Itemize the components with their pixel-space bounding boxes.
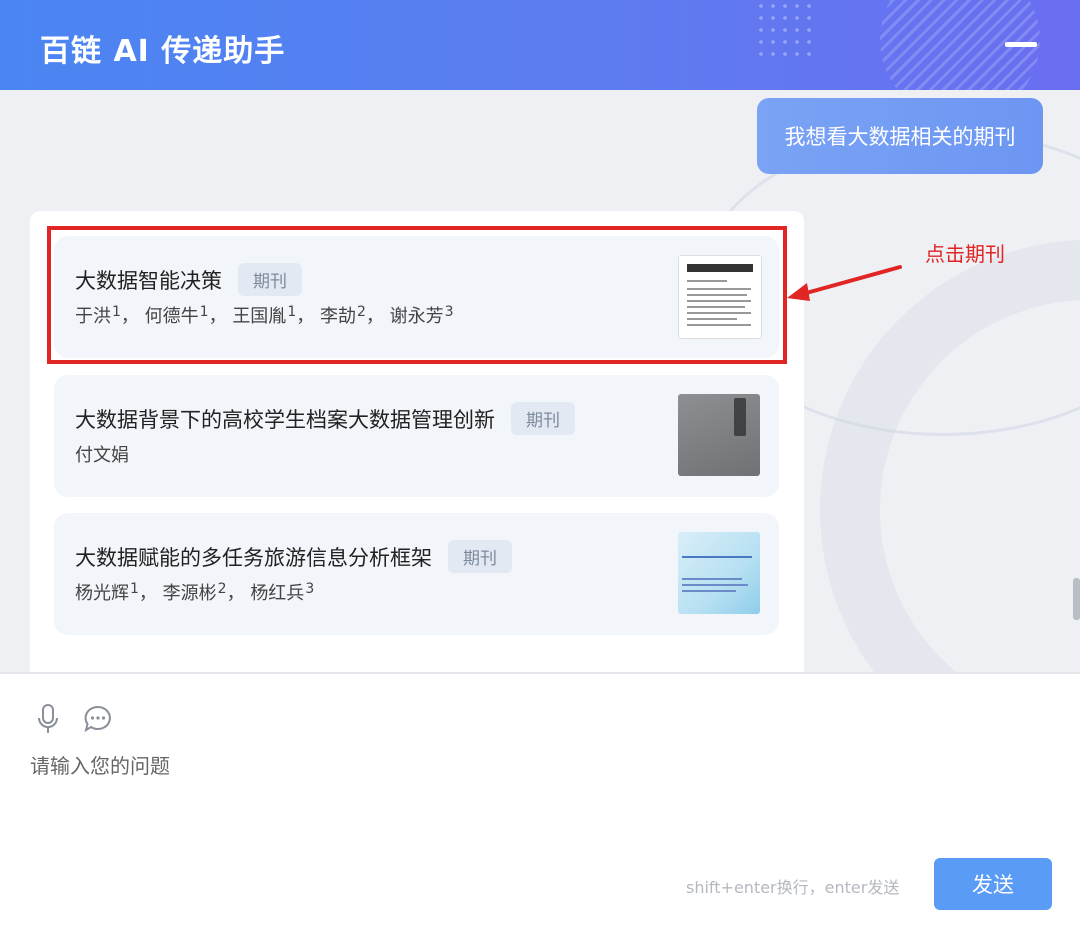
result-title-row: 大数据赋能的多任务旅游信息分析框架 期刊 — [75, 540, 512, 573]
result-card[interactable]: 大数据背景下的高校学生档案大数据管理创新 期刊 付文娟 — [54, 375, 779, 497]
minimize-icon — [1005, 42, 1037, 47]
author-affil: 1 — [130, 581, 139, 597]
author-affil: 3 — [305, 581, 315, 597]
author-name: 李源彬 — [162, 583, 217, 604]
result-card[interactable]: 大数据赋能的多任务旅游信息分析框架 期刊 杨光辉1， 李源彬2， 杨红兵3 — [54, 513, 779, 635]
journal-cover-image[interactable] — [678, 394, 760, 476]
app-title: 百链 AI 传递助手 — [40, 34, 286, 69]
chat-bubble-icon[interactable] — [83, 704, 113, 734]
chat-area[interactable]: 我想看大数据相关的期刊 大数据智能决策 期刊 于洪1， 何德牛1， 王国胤1， … — [0, 90, 1080, 672]
user-message-bubble: 我想看大数据相关的期刊 — [757, 98, 1043, 174]
input-area: shift+enter换行，enter发送 发送 — [0, 672, 1080, 927]
microphone-icon[interactable] — [36, 703, 60, 735]
result-title: 大数据赋能的多任务旅游信息分析框架 — [75, 545, 432, 570]
cover-line — [682, 584, 748, 586]
author-name: 付文娟 — [75, 445, 129, 466]
shortcut-hint: shift+enter换行，enter发送 — [686, 878, 900, 897]
header-dots-decoration — [755, 0, 815, 60]
author-list: 付文娟 — [75, 441, 129, 467]
question-input[interactable] — [30, 748, 1030, 784]
journal-cover-image[interactable] — [678, 532, 760, 614]
cover-calligraphy — [734, 398, 746, 436]
result-title: 大数据背景下的高校学生档案大数据管理创新 — [75, 407, 495, 432]
cover-line — [682, 590, 736, 592]
type-tag: 期刊 — [448, 540, 512, 573]
author-name: 杨光辉 — [75, 583, 129, 604]
annotation-highlight-box — [47, 226, 787, 364]
annotation-label: 点击期刊 — [925, 242, 1005, 266]
minimize-button[interactable] — [1005, 36, 1037, 52]
cover-line — [682, 556, 752, 558]
author-affil: 2 — [217, 581, 227, 597]
author-list: 杨光辉1， 李源彬2， 杨红兵3 — [75, 581, 315, 604]
chat-scrollbar[interactable] — [1073, 578, 1080, 620]
app-header: 百链 AI 传递助手 — [0, 0, 1080, 90]
author-name: 杨红兵 — [250, 583, 305, 604]
annotation-arrow-icon — [787, 265, 902, 301]
type-tag: 期刊 — [511, 402, 575, 435]
result-title-row: 大数据背景下的高校学生档案大数据管理创新 期刊 — [75, 402, 575, 435]
send-button[interactable]: 发送 — [934, 858, 1052, 910]
cover-line — [682, 578, 742, 580]
user-message-text: 我想看大数据相关的期刊 — [784, 125, 1016, 149]
